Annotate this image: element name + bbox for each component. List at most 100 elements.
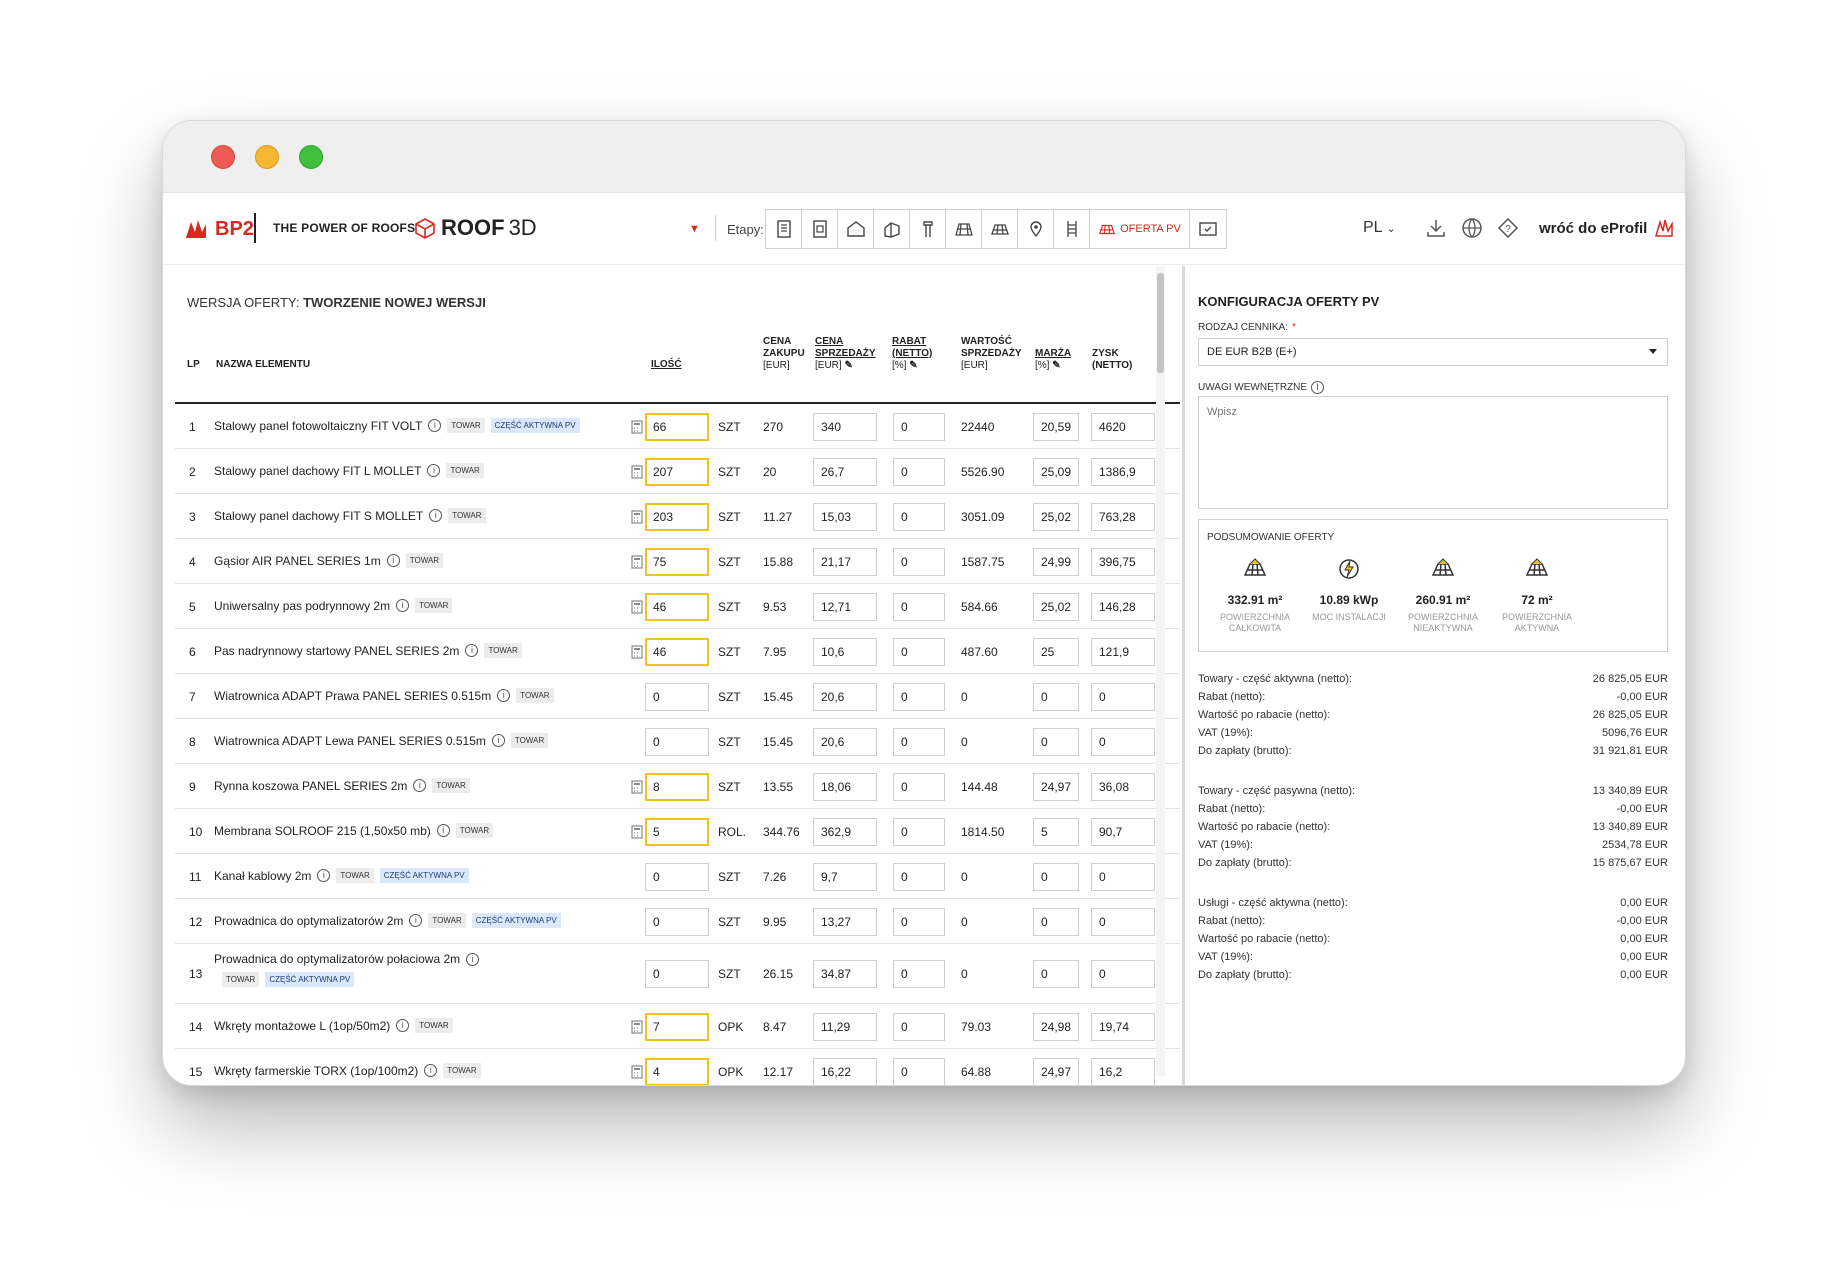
sale-price-input[interactable]: 15,03 (813, 503, 877, 531)
margin-input[interactable]: 20,59 (1033, 413, 1079, 441)
margin-input[interactable]: 0 (1033, 863, 1079, 891)
table-scrollbar-thumb[interactable] (1157, 273, 1164, 373)
notes-textarea[interactable] (1198, 396, 1668, 509)
discount-input[interactable]: 0 (893, 413, 945, 441)
globe-icon[interactable] (1461, 217, 1483, 239)
discount-input[interactable]: 0 (893, 863, 945, 891)
sale-price-input[interactable]: 26,7 (813, 458, 877, 486)
quantity-input[interactable]: 8 (645, 773, 709, 801)
col-marg[interactable]: MARŻA [%] ✎ (1035, 348, 1081, 372)
stage-solar-array-button[interactable] (982, 210, 1018, 248)
bp2-small-logo-icon[interactable] (1653, 217, 1675, 239)
quantity-input[interactable]: 46 (645, 593, 709, 621)
quantity-input[interactable]: 0 (645, 863, 709, 891)
info-icon[interactable]: i (413, 779, 427, 792)
discount-input[interactable]: 0 (893, 548, 945, 576)
profit-input[interactable]: 36,08 (1091, 773, 1155, 801)
quantity-input[interactable]: 0 (645, 683, 709, 711)
sale-price-input[interactable]: 340 (813, 413, 877, 441)
quantity-input[interactable]: 75 (645, 548, 709, 576)
language-selector[interactable]: PL ⌄ (1363, 219, 1396, 237)
calculator-icon[interactable] (631, 465, 643, 479)
profit-input[interactable]: 0 (1091, 683, 1155, 711)
sale-price-input[interactable]: 13,27 (813, 908, 877, 936)
info-icon[interactable]: i (497, 689, 511, 702)
sale-price-input[interactable]: 11,29 (813, 1013, 877, 1041)
profit-input[interactable]: 19,74 (1091, 1013, 1155, 1041)
quantity-input[interactable]: 46 (645, 638, 709, 666)
discount-input[interactable]: 0 (893, 818, 945, 846)
margin-input[interactable]: 24,98 (1033, 1013, 1079, 1041)
close-window-button[interactable] (211, 145, 235, 169)
quantity-input[interactable]: 0 (645, 908, 709, 936)
discount-input[interactable]: 0 (893, 960, 945, 988)
discount-input[interactable]: 0 (893, 728, 945, 756)
quantity-input[interactable]: 0 (645, 960, 709, 988)
info-icon[interactable]: i (396, 599, 410, 612)
quantity-input[interactable]: 4 (645, 1058, 709, 1085)
bp2-logo[interactable]: BP2 (183, 213, 254, 245)
info-icon[interactable]: i (1311, 381, 1325, 394)
margin-input[interactable]: 24,99 (1033, 548, 1079, 576)
margin-input[interactable]: 24,97 (1033, 1058, 1079, 1085)
info-icon[interactable]: i (436, 824, 450, 837)
calculator-icon[interactable] (631, 1020, 643, 1034)
info-icon[interactable]: i (465, 644, 479, 657)
margin-input[interactable]: 25,09 (1033, 458, 1079, 486)
stage-location-button[interactable] (1018, 210, 1054, 248)
stage-house-button[interactable] (838, 210, 874, 248)
info-icon[interactable]: i (428, 419, 442, 432)
margin-input[interactable]: 0 (1033, 908, 1079, 936)
discount-input[interactable]: 0 (893, 503, 945, 531)
profit-input[interactable]: 146,28 (1091, 593, 1155, 621)
minimize-window-button[interactable] (255, 145, 279, 169)
sale-price-input[interactable]: 362,9 (813, 818, 877, 846)
table-scrollbar-track[interactable] (1156, 266, 1165, 1076)
stage-approve-button[interactable] (1190, 210, 1226, 248)
info-icon[interactable]: i (396, 1019, 410, 1032)
info-icon[interactable]: i (317, 869, 331, 882)
roof3d-logo[interactable]: ROOF 3D (413, 215, 537, 241)
sale-price-input[interactable]: 12,71 (813, 593, 877, 621)
profit-input[interactable]: 396,75 (1091, 548, 1155, 576)
calculator-icon[interactable] (631, 420, 643, 434)
info-icon[interactable]: i (491, 734, 505, 747)
quantity-input[interactable]: 5 (645, 818, 709, 846)
quantity-input[interactable]: 207 (645, 458, 709, 486)
sale-price-input[interactable]: 20,6 (813, 683, 877, 711)
discount-input[interactable]: 0 (893, 773, 945, 801)
sale-price-input[interactable]: 9,7 (813, 863, 877, 891)
profit-input[interactable]: 90,7 (1091, 818, 1155, 846)
stage-plan-button[interactable] (802, 210, 838, 248)
maximize-window-button[interactable] (299, 145, 323, 169)
calculator-icon[interactable] (631, 780, 643, 794)
sale-price-input[interactable]: 18,06 (813, 773, 877, 801)
calculator-icon[interactable] (631, 510, 643, 524)
info-icon[interactable]: i (424, 1064, 438, 1077)
discount-input[interactable]: 0 (893, 593, 945, 621)
profit-input[interactable]: 16,2 (1091, 1058, 1155, 1085)
info-icon[interactable]: i (386, 554, 400, 567)
quantity-input[interactable]: 203 (645, 503, 709, 531)
col-disc[interactable]: RABAT (NETTO) [%] ✎ (892, 336, 942, 372)
calculator-icon[interactable] (631, 1065, 643, 1079)
quantity-input[interactable]: 66 (645, 413, 709, 441)
margin-input[interactable]: 0 (1033, 728, 1079, 756)
margin-input[interactable]: 0 (1033, 683, 1079, 711)
profit-input[interactable]: 0 (1091, 908, 1155, 936)
col-qty[interactable]: ILOŚĆ (651, 359, 682, 371)
stage-chimney-button[interactable] (910, 210, 946, 248)
pricelist-select[interactable]: DE EUR B2B (E+) (1198, 338, 1668, 366)
project-dropdown-icon[interactable]: ▼ (689, 223, 700, 235)
sale-price-input[interactable]: 34,87 (813, 960, 877, 988)
info-icon[interactable]: i (409, 914, 423, 927)
stage-oferta-pv-button[interactable]: OFERTA PV (1090, 210, 1190, 248)
sale-price-input[interactable]: 16,22 (813, 1058, 877, 1085)
col-sell[interactable]: CENA SPRZEDAŻY [EUR] ✎ (815, 336, 879, 372)
sale-price-input[interactable]: 10,6 (813, 638, 877, 666)
quantity-input[interactable]: 7 (645, 1013, 709, 1041)
sale-price-input[interactable]: 21,17 (813, 548, 877, 576)
info-icon[interactable]: i (427, 464, 441, 477)
calculator-icon[interactable] (631, 645, 643, 659)
margin-input[interactable]: 5 (1033, 818, 1079, 846)
